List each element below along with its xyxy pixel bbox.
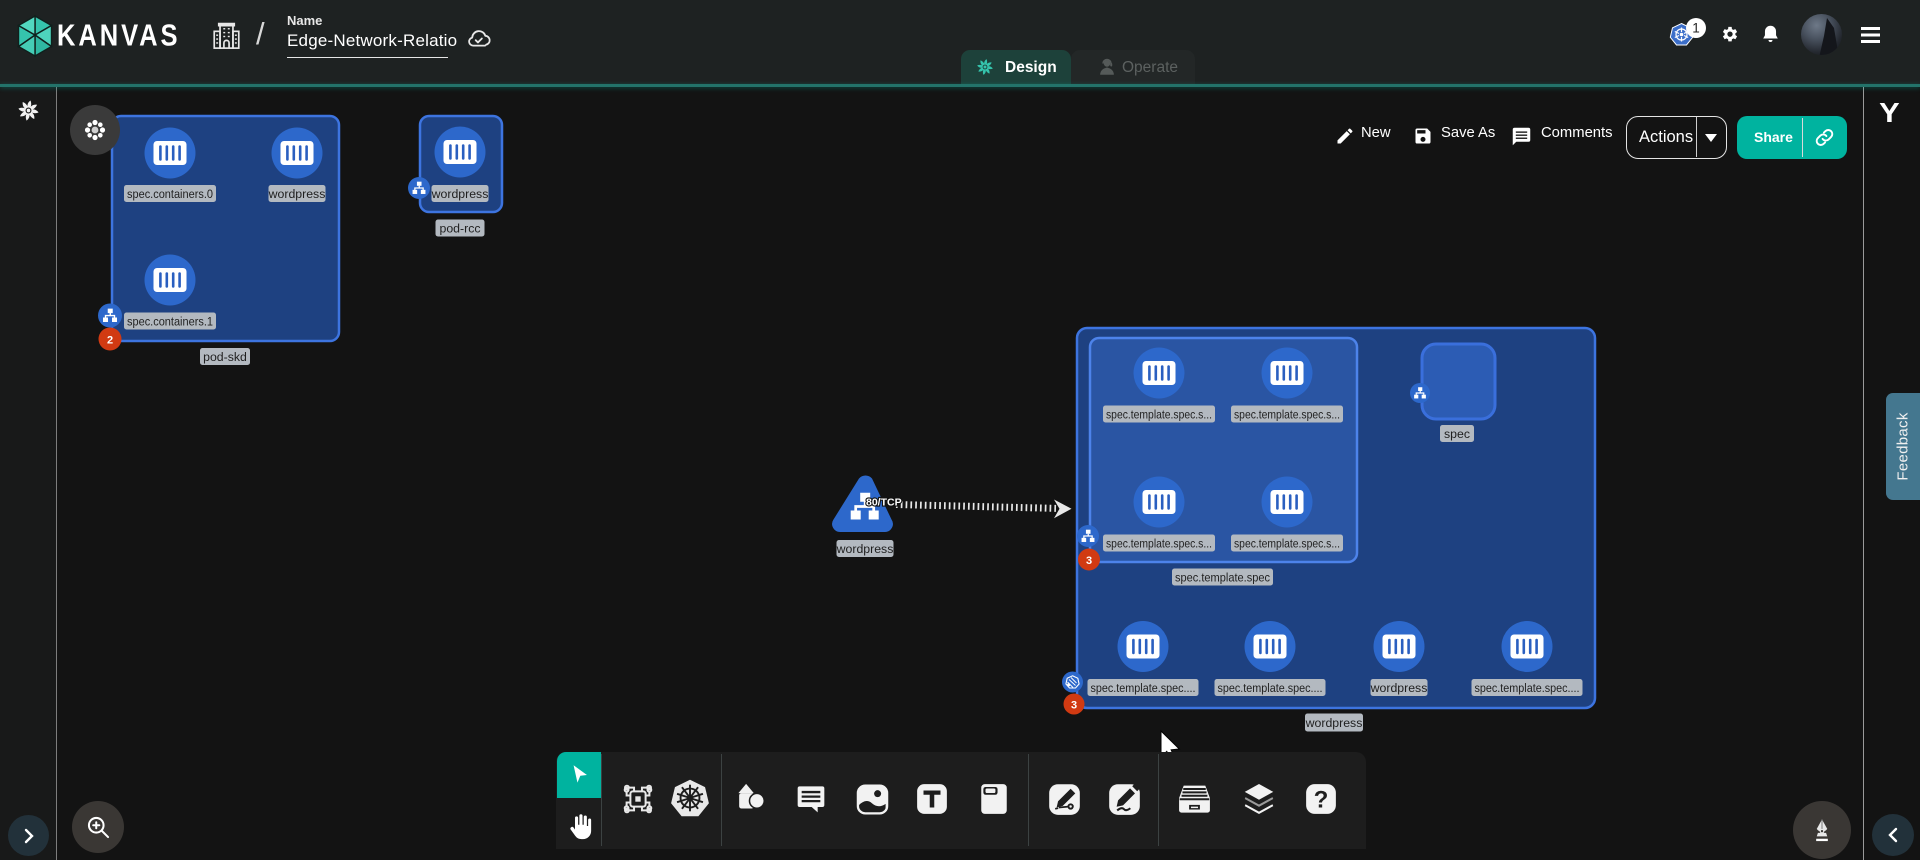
svg-text:1: 1 (1692, 21, 1700, 36)
svg-text:spec.template.spec....: spec.template.spec.... (1218, 681, 1323, 695)
svg-text:pod-skd: pod-skd (203, 350, 247, 364)
svg-text:wordpress: wordpress (1370, 681, 1428, 695)
svg-text:spec.template.spec.s...: spec.template.spec.s... (1106, 537, 1212, 551)
svg-text:wordpress: wordpress (268, 187, 326, 201)
svg-text:spec.template.spec: spec.template.spec (1175, 571, 1270, 585)
svg-text:spec.template.spec.s...: spec.template.spec.s... (1234, 537, 1340, 551)
svg-text:wordpress: wordpress (836, 542, 894, 556)
svg-text:spec.containers.0: spec.containers.0 (127, 187, 213, 201)
svg-text:pod-rcc: pod-rcc (439, 222, 480, 236)
svg-text:2: 2 (107, 335, 113, 347)
svg-text:?: ? (1314, 787, 1329, 814)
svg-text:spec.template.spec....: spec.template.spec.... (1091, 681, 1196, 695)
svg-text:spec.template.spec.s...: spec.template.spec.s... (1106, 408, 1212, 422)
svg-text:3: 3 (1071, 700, 1077, 712)
svg-text:3: 3 (1086, 555, 1092, 567)
svg-text:spec.containers.1: spec.containers.1 (127, 315, 213, 329)
svg-text:wordpress: wordpress (431, 187, 489, 201)
svg-text:spec: spec (1444, 427, 1470, 441)
svg-text:spec.template.spec.s...: spec.template.spec.s... (1234, 408, 1340, 422)
svg-text:spec.template.spec....: spec.template.spec.... (1475, 681, 1580, 695)
svg-text:wordpress: wordpress (1305, 716, 1363, 730)
svg-text:80/TCP: 80/TCP (866, 497, 902, 509)
